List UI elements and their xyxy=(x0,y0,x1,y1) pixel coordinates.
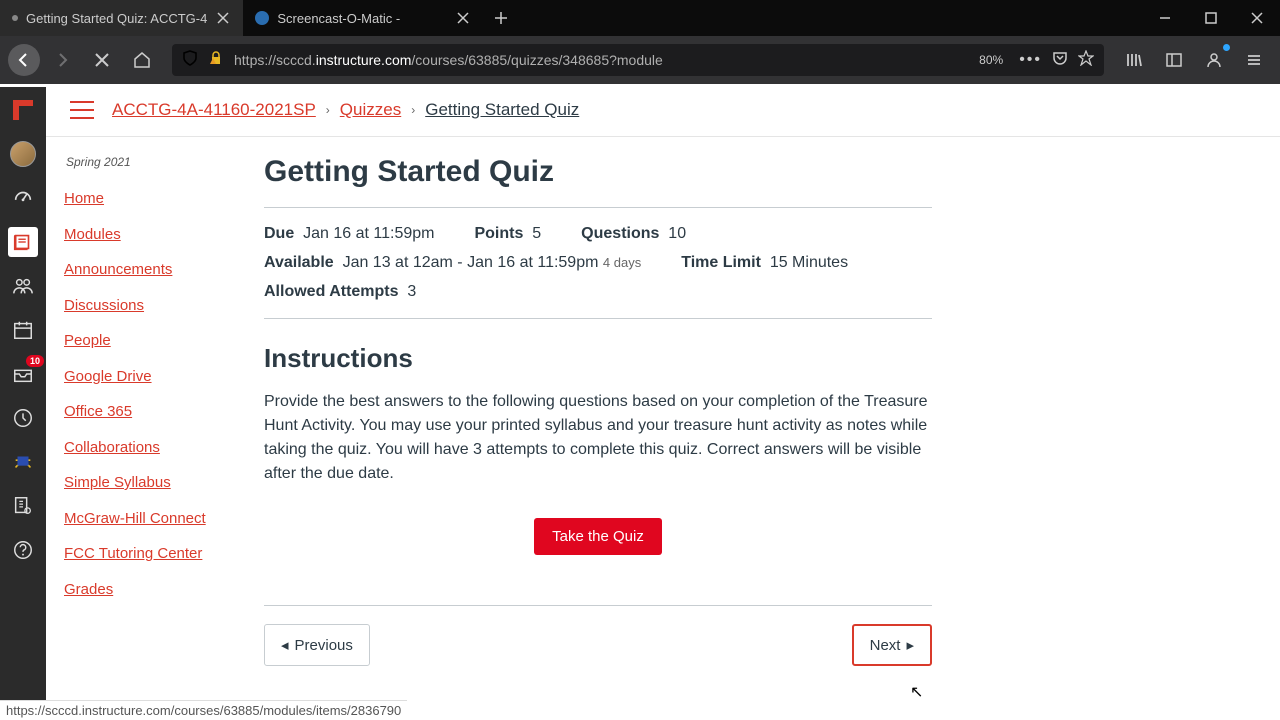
points-label: Points xyxy=(474,225,523,242)
pocket-icon[interactable] xyxy=(1052,50,1068,71)
take-quiz-button[interactable]: Take the Quiz xyxy=(534,518,662,555)
help-icon[interactable] xyxy=(8,535,38,565)
available-label: Available xyxy=(264,254,334,271)
account-avatar[interactable] xyxy=(8,139,38,169)
nav-modules[interactable]: Modules xyxy=(64,225,121,245)
quiz-meta: Due Jan 16 at 11:59pm Points 5 Questions… xyxy=(264,207,932,319)
term-label: Spring 2021 xyxy=(66,155,224,169)
close-window-button[interactable] xyxy=(1234,0,1280,36)
nav-discussions[interactable]: Discussions xyxy=(64,296,144,316)
maximize-button[interactable] xyxy=(1188,0,1234,36)
nav-mcgraw-hill[interactable]: McGraw-Hill Connect xyxy=(64,509,206,529)
inbox-icon[interactable]: 10 xyxy=(8,359,38,389)
nav-google-drive[interactable]: Google Drive xyxy=(64,367,152,387)
browser-tab[interactable]: Screencast-O-Matic - xyxy=(243,0,483,36)
back-button[interactable] xyxy=(8,44,40,76)
account-icon[interactable] xyxy=(1196,42,1232,78)
minimize-button[interactable] xyxy=(1142,0,1188,36)
timelimit-label: Time Limit xyxy=(681,254,761,271)
questions-value: 10 xyxy=(668,225,686,242)
stop-button[interactable] xyxy=(84,42,120,78)
more-actions-icon[interactable]: ••• xyxy=(1019,51,1042,69)
page-title: Getting Started Quiz xyxy=(264,155,932,189)
tab-favicon-loading xyxy=(12,15,18,21)
browser-tab-active[interactable]: Getting Started Quiz: ACCTG-4 xyxy=(0,0,243,36)
tab-title: Getting Started Quiz: ACCTG-4 xyxy=(26,11,207,26)
library-icon[interactable] xyxy=(1116,42,1152,78)
sidebar-icon[interactable] xyxy=(1156,42,1192,78)
forward-button[interactable] xyxy=(44,42,80,78)
breadcrumb-current: Getting Started Quiz xyxy=(425,100,579,120)
pager: ◂ Previous Next ▸ xyxy=(264,605,932,666)
home-button[interactable] xyxy=(124,42,160,78)
institution-logo[interactable] xyxy=(8,95,38,125)
new-tab-button[interactable] xyxy=(483,0,519,36)
due-label: Due xyxy=(264,225,294,242)
nav-tutoring[interactable]: FCC Tutoring Center xyxy=(64,544,202,564)
bookmark-star-icon[interactable] xyxy=(1078,50,1094,71)
commons-icon[interactable] xyxy=(8,447,38,477)
nav-collaborations[interactable]: Collaborations xyxy=(64,438,160,458)
previous-label: Previous xyxy=(295,637,353,654)
chevron-right-icon: ▸ xyxy=(906,636,914,654)
chevron-right-icon: › xyxy=(411,103,415,117)
course-menu-toggle[interactable] xyxy=(70,101,94,119)
history-icon[interactable] xyxy=(8,403,38,433)
chevron-right-icon: › xyxy=(326,103,330,117)
groups-icon[interactable] xyxy=(8,271,38,301)
next-label: Next xyxy=(870,637,901,654)
breadcrumb-section[interactable]: Quizzes xyxy=(340,100,401,120)
calendar-icon[interactable] xyxy=(8,315,38,345)
shield-icon[interactable] xyxy=(182,50,198,71)
nav-grades[interactable]: Grades xyxy=(64,580,113,600)
tab-title: Screencast-O-Matic - xyxy=(277,11,447,26)
next-button[interactable]: Next ▸ xyxy=(852,624,932,666)
available-days: 4 days xyxy=(603,255,641,270)
instructions-body: Provide the best answers to the followin… xyxy=(264,390,932,486)
close-icon[interactable] xyxy=(455,10,471,26)
zoom-level[interactable]: 80% xyxy=(973,51,1009,69)
tab-favicon xyxy=(255,11,269,25)
nav-announcements[interactable]: Announcements xyxy=(64,260,172,280)
nav-office365[interactable]: Office 365 xyxy=(64,402,132,422)
quiz-page: Getting Started Quiz Due Jan 16 at 11:59… xyxy=(236,137,976,720)
dashboard-icon[interactable] xyxy=(8,183,38,213)
available-value: Jan 13 at 12am - Jan 16 at 11:59pm xyxy=(343,254,599,271)
nav-bar: https://scccd.instructure.com/courses/63… xyxy=(0,36,1280,84)
inbox-badge: 10 xyxy=(26,355,44,367)
url-bar[interactable]: https://scccd.instructure.com/courses/63… xyxy=(172,44,1104,76)
previous-button[interactable]: ◂ Previous xyxy=(264,624,370,666)
points-value: 5 xyxy=(532,225,541,242)
close-icon[interactable] xyxy=(215,10,231,26)
mouse-cursor-icon: ↖ xyxy=(910,682,923,702)
course-nav: Spring 2021 Home Modules Announcements D… xyxy=(46,137,236,720)
nav-people[interactable]: People xyxy=(64,331,111,351)
nav-simple-syllabus[interactable]: Simple Syllabus xyxy=(64,473,171,493)
questions-label: Questions xyxy=(581,225,659,242)
timelimit-value: 15 Minutes xyxy=(770,254,848,271)
lock-warning-icon[interactable] xyxy=(208,50,224,71)
courses-icon[interactable] xyxy=(8,227,38,257)
breadcrumb: ACCTG-4A-41160-2021SP › Quizzes › Gettin… xyxy=(112,100,579,120)
topbar: ACCTG-4A-41160-2021SP › Quizzes › Gettin… xyxy=(46,84,1280,137)
attempts-label: Allowed Attempts xyxy=(264,283,399,300)
tab-bar: Getting Started Quiz: ACCTG-4 Screencast… xyxy=(0,0,1280,36)
studio-icon[interactable] xyxy=(8,491,38,521)
instructions-heading: Instructions xyxy=(264,343,932,374)
nav-home[interactable]: Home xyxy=(64,189,104,209)
url-text: https://scccd.instructure.com/courses/63… xyxy=(234,52,963,68)
due-value: Jan 16 at 11:59pm xyxy=(303,225,434,242)
chevron-left-icon: ◂ xyxy=(281,636,289,654)
breadcrumb-course[interactable]: ACCTG-4A-41160-2021SP xyxy=(112,100,316,120)
global-nav: 10 xyxy=(0,84,46,720)
status-bar: https://scccd.instructure.com/courses/63… xyxy=(0,700,407,720)
attempts-value: 3 xyxy=(407,283,416,300)
app-menu-icon[interactable] xyxy=(1236,42,1272,78)
